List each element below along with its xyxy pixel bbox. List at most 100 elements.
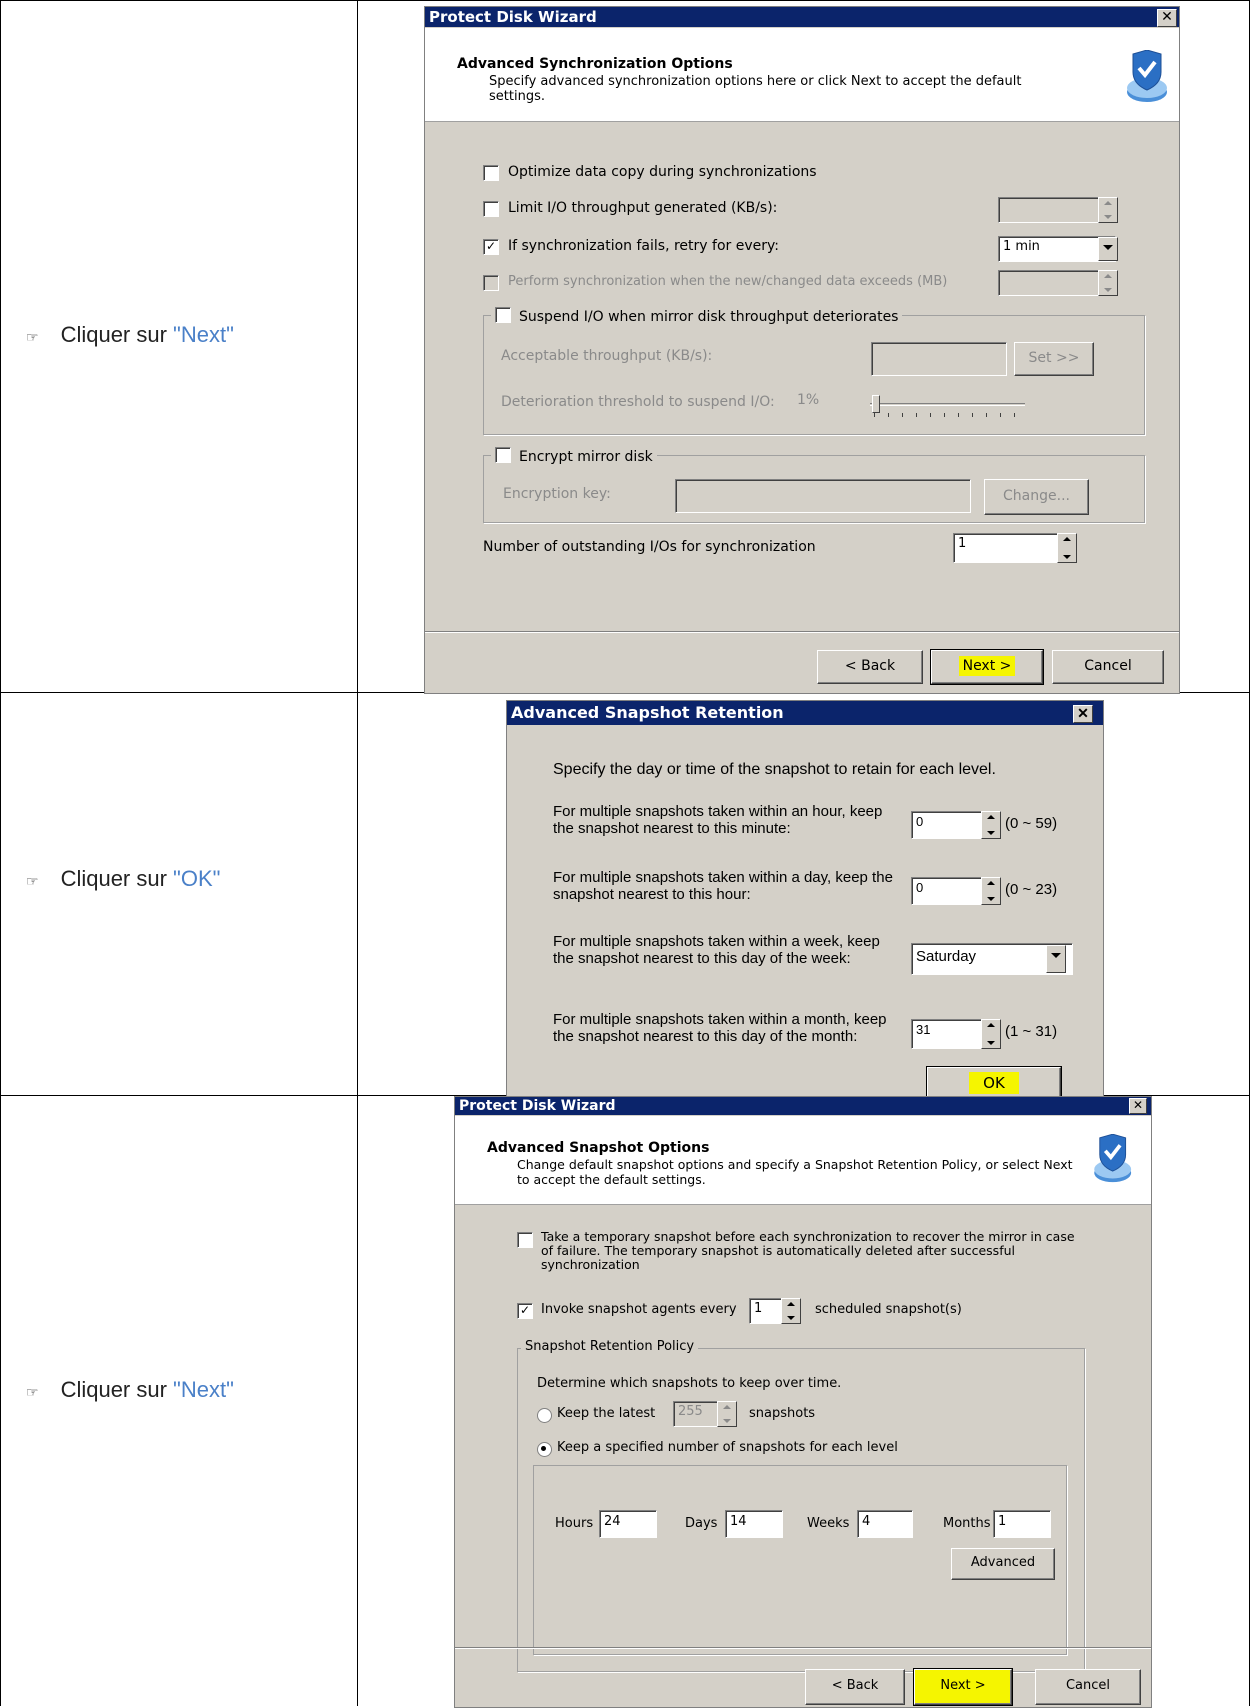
weeks-label: Weeks [807, 1516, 850, 1531]
close-icon[interactable]: ✕ [1073, 705, 1093, 723]
deterioration-label: Deterioration threshold to suspend I/O: [501, 394, 775, 410]
keep-specified-label: Keep a specified number of snapshots for… [557, 1440, 898, 1455]
wizard-header: Advanced Synchronization Options Specify… [425, 28, 1179, 122]
deterioration-slider[interactable] [870, 395, 1025, 419]
retry-checkbox[interactable]: ✓ [483, 239, 499, 255]
advanced-button[interactable]: Advanced [951, 1548, 1055, 1580]
instruction-text: Cliquer sur [60, 1377, 174, 1402]
perform-sync-input[interactable] [998, 270, 1104, 296]
hours-input[interactable]: 24 [599, 1510, 657, 1538]
month-label: For multiple snapshots taken within a mo… [553, 1011, 887, 1045]
chevron-down-icon[interactable] [1098, 237, 1118, 261]
close-icon[interactable]: ✕ [1129, 1098, 1147, 1114]
next-button[interactable]: Next > [913, 1668, 1013, 1706]
determine-label: Determine which snapshots to keep over t… [537, 1376, 842, 1391]
ok-button-label: OK [969, 1072, 1019, 1094]
outstanding-ios-input[interactable]: 1 [953, 533, 1063, 563]
next-button[interactable]: Next > [930, 649, 1044, 685]
ok-button[interactable]: OK [926, 1066, 1062, 1096]
instruction-step-3: ☞ Cliquer sur "Next" [26, 1377, 234, 1403]
dialog-title-bar: Protect Disk Wizard [455, 1097, 1151, 1115]
perform-sync-spinner[interactable] [1098, 270, 1118, 296]
keep-latest-suffix: snapshots [749, 1406, 816, 1421]
encryption-key-label: Encryption key: [503, 486, 611, 502]
footer-separator [455, 1647, 1151, 1649]
retention-intro: Specify the day or time of the snapshot … [553, 761, 996, 778]
slider-thumb[interactable] [872, 395, 880, 413]
back-button[interactable]: < Back [817, 650, 923, 684]
encrypt-group-title: Encrypt mirror disk [491, 445, 657, 465]
outstanding-ios-spinner[interactable] [1057, 533, 1077, 563]
set-button[interactable]: Set >> [1014, 342, 1094, 376]
outstanding-ios-label: Number of outstanding I/Os for synchroni… [483, 539, 816, 555]
back-button[interactable]: < Back [805, 1669, 905, 1705]
days-input[interactable]: 14 [725, 1510, 783, 1538]
day-label: For multiple snapshots taken within a da… [553, 869, 893, 903]
temp-snapshot-checkbox[interactable] [517, 1232, 533, 1248]
limit-throughput-input[interactable] [998, 197, 1104, 223]
retention-policy-title: Snapshot Retention Policy [521, 1339, 699, 1354]
encrypt-label: Encrypt mirror disk [519, 449, 653, 465]
day-hour-input[interactable]: 0 [911, 877, 987, 905]
retry-label: If synchronization fails, retry for ever… [508, 238, 779, 254]
keep-specified-radio[interactable] [537, 1442, 552, 1457]
change-button[interactable]: Change... [984, 479, 1089, 515]
keep-latest-input[interactable]: 255 [673, 1401, 723, 1427]
acceptable-throughput-label: Acceptable throughput (KB/s): [501, 348, 713, 364]
week-label: For multiple snapshots taken within a we… [553, 933, 880, 967]
wizard-header: Advanced Snapshot Options Change default… [455, 1116, 1151, 1205]
optimize-checkbox[interactable] [483, 165, 499, 181]
shield-disk-icon [1094, 1134, 1132, 1183]
invoke-agents-spinner[interactable] [781, 1298, 801, 1324]
table-column-divider [357, 0, 358, 1706]
perform-sync-label: Perform synchronization when the new/cha… [508, 274, 948, 289]
instruction-text: Cliquer sur [60, 866, 174, 891]
shield-disk-icon [1127, 50, 1167, 102]
hour-minute-input[interactable]: 0 [911, 811, 987, 839]
month-day-input[interactable]: 31 [911, 1019, 987, 1049]
invoke-agents-label: Invoke snapshot agents every [541, 1302, 737, 1317]
invoke-agents-suffix: scheduled snapshot(s) [815, 1302, 962, 1317]
pointing-hand-icon: ☞ [26, 873, 39, 889]
dialog-title-bar: Protect Disk Wizard [425, 7, 1179, 27]
cancel-button[interactable]: Cancel [1035, 1669, 1141, 1705]
acceptable-throughput-input[interactable] [871, 342, 1007, 376]
keep-latest-radio[interactable] [537, 1408, 552, 1423]
header-subtitle: Specify advanced synchronization options… [489, 74, 1022, 104]
encryption-key-input[interactable] [675, 479, 971, 513]
limit-throughput-checkbox[interactable] [483, 201, 499, 217]
header-subtitle: Change default snapshot options and spec… [517, 1157, 1073, 1187]
instruction-target: "Next" [173, 1377, 234, 1402]
suspend-io-checkbox[interactable] [495, 307, 511, 323]
cancel-button[interactable]: Cancel [1052, 650, 1164, 684]
suspend-io-label: Suspend I/O when mirror disk throughput … [519, 309, 899, 325]
chevron-down-icon[interactable] [1046, 945, 1066, 973]
hour-minute-spinner[interactable] [981, 811, 1001, 839]
dialog-title-bar: Advanced Snapshot Retention [507, 701, 1103, 725]
days-label: Days [685, 1516, 718, 1531]
invoke-agents-checkbox[interactable]: ✓ [517, 1303, 533, 1319]
next-button-label: Next > [940, 1678, 986, 1693]
back-button-label: < Back [831, 1678, 879, 1693]
header-title: Advanced Snapshot Options [487, 1140, 710, 1156]
months-input[interactable]: 1 [993, 1510, 1051, 1538]
months-label: Months [943, 1516, 991, 1531]
pointing-hand-icon: ☞ [26, 329, 39, 345]
day-hour-spinner[interactable] [981, 877, 1001, 905]
footer-separator [425, 631, 1179, 633]
hours-label: Hours [555, 1516, 594, 1531]
perform-sync-checkbox[interactable] [483, 275, 499, 291]
instruction-text: Cliquer sur [60, 322, 174, 347]
optimize-label: Optimize data copy during synchronizatio… [508, 164, 817, 180]
hour-range: (0 ~ 59) [1005, 815, 1058, 832]
keep-latest-spinner[interactable] [717, 1401, 737, 1427]
cancel-button-label: Cancel [1084, 658, 1132, 674]
encrypt-checkbox[interactable] [495, 447, 511, 463]
close-icon[interactable]: ✕ [1157, 9, 1177, 27]
month-day-spinner[interactable] [981, 1019, 1001, 1049]
day-range: (0 ~ 23) [1005, 881, 1058, 898]
dialog-title: Protect Disk Wizard [429, 8, 597, 26]
header-title: Advanced Synchronization Options [457, 56, 733, 72]
limit-throughput-spinner[interactable] [1098, 197, 1118, 223]
weeks-input[interactable]: 4 [857, 1510, 913, 1538]
